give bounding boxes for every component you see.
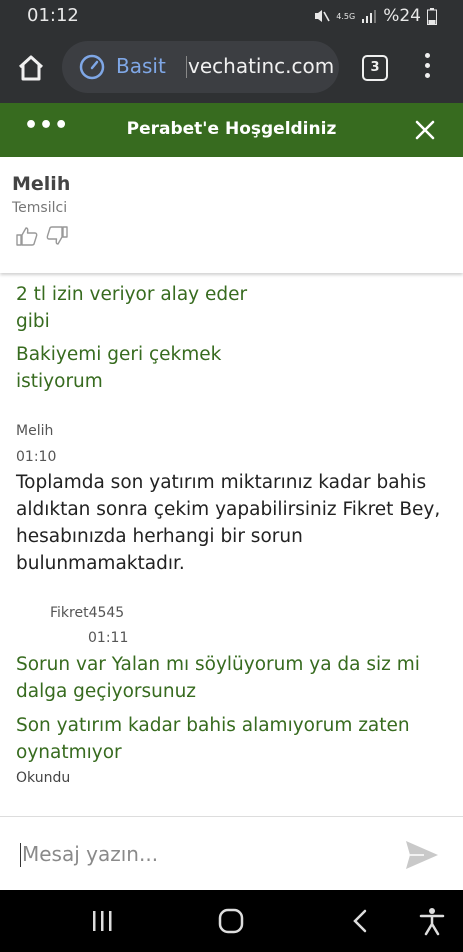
status-bar: 01:12 4.5G %24	[0, 0, 463, 33]
thumbs-down-icon[interactable]	[45, 225, 69, 247]
lite-mode-label: Basit	[116, 54, 166, 78]
message-line: istiyorum	[16, 371, 103, 392]
message-line: 2 tl izin veriyor alay eder	[16, 284, 248, 305]
visitor-message: Bakiyemi geri çekmek istiyorum	[16, 341, 221, 395]
agent-time: 01:10	[16, 449, 57, 465]
address-separator	[186, 56, 187, 78]
message-line: oynatmıyor	[16, 742, 122, 763]
battery-percent: %24	[383, 6, 421, 26]
accessibility-icon[interactable]	[417, 906, 447, 936]
chat-header: ••• Perabet'e Hoşgeldiniz	[0, 103, 463, 157]
home-icon[interactable]	[16, 53, 46, 83]
rating-buttons	[15, 225, 69, 247]
home-nav-icon[interactable]	[216, 906, 246, 936]
thumbs-up-icon[interactable]	[15, 225, 39, 247]
network-type: 4.5G	[336, 11, 356, 21]
message-line: Son yatırım kadar bahis alamıyorum zaten	[16, 715, 410, 736]
address-bar[interactable]: Basit vechatinc.com	[62, 41, 339, 93]
visitor-sender: Fikret4545	[50, 605, 125, 621]
message-line: dalga geçiyorsunuz	[16, 681, 197, 702]
mute-icon	[315, 10, 330, 22]
message-list: 2 tl izin veriyor alay eder gibi Bakiyem…	[0, 273, 463, 816]
message-line: bulunmamaktadır.	[16, 553, 185, 574]
agent-message: Toplamda son yatırım miktarınız kadar ba…	[16, 469, 440, 577]
text-caret	[20, 843, 21, 867]
send-icon[interactable]	[404, 839, 440, 871]
back-icon[interactable]	[346, 906, 376, 936]
message-line: Bakiyemi geri çekmek	[16, 344, 222, 365]
message-line: hesabınızda herhangi bir sorun	[16, 526, 303, 547]
signal-icon	[362, 10, 377, 23]
message-line: gibi	[16, 311, 50, 332]
message-line: aldıktan sonra çekim yapabilirsiniz Fikr…	[16, 499, 441, 520]
status-icons: 4.5G %24	[312, 6, 437, 26]
visitor-message: Sorun var Yalan mı söylüyorum ya da siz …	[16, 651, 420, 705]
tab-count-button[interactable]: 3	[362, 55, 388, 81]
system-nav-bar	[0, 890, 463, 952]
agent-panel: Melih Temsilci	[0, 157, 463, 273]
battery-icon	[427, 7, 437, 25]
agent-name: Melih	[12, 173, 71, 195]
agent-role: Temsilci	[12, 200, 68, 216]
recent-apps-icon[interactable]	[87, 906, 117, 936]
agent-sender: Melih	[16, 423, 54, 439]
message-composer: Mesaj yazın...	[0, 816, 463, 891]
close-icon[interactable]	[412, 117, 438, 143]
browser-toolbar: Basit vechatinc.com 3	[0, 33, 463, 103]
visitor-message: 2 tl izin veriyor alay eder gibi	[16, 281, 247, 335]
message-line: Sorun var Yalan mı söylüyorum ya da siz …	[16, 654, 420, 675]
speedometer-icon	[79, 54, 105, 80]
chat-title: Perabet'e Hoşgeldiniz	[126, 119, 337, 139]
visitor-message: Son yatırım kadar bahis alamıyorum zaten…	[16, 712, 410, 766]
visitor-time: 01:11	[88, 630, 129, 646]
url-text: vechatinc.com	[188, 54, 335, 78]
message-line: Toplamda son yatırım miktarınız kadar ba…	[16, 472, 427, 493]
read-receipt: Okundu	[16, 770, 71, 786]
status-time: 01:12	[27, 5, 79, 26]
more-menu-icon[interactable]	[422, 53, 432, 83]
message-input[interactable]: Mesaj yazın...	[22, 842, 158, 866]
